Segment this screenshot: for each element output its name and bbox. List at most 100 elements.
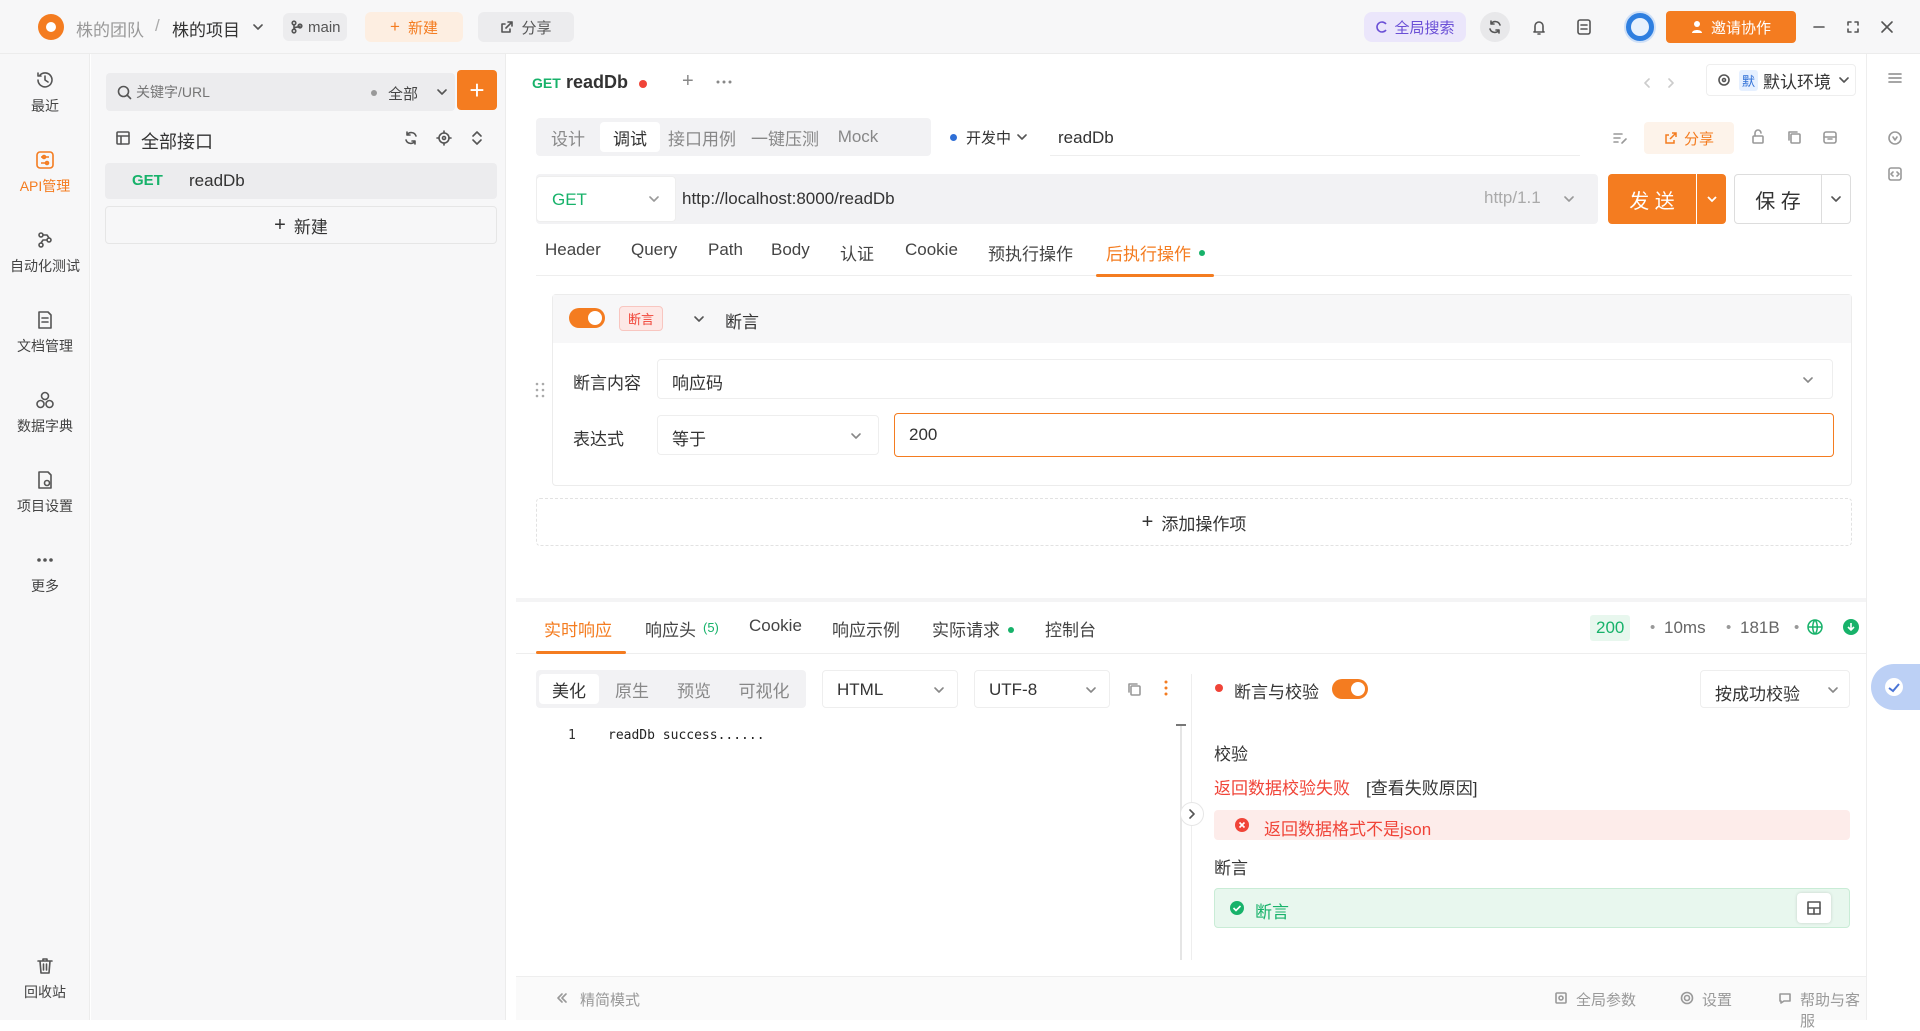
info-icon[interactable] bbox=[1887, 130, 1903, 146]
mode-cases[interactable]: 接口用例 bbox=[662, 118, 742, 156]
tab-live-response[interactable]: 实时响应 bbox=[544, 616, 612, 641]
bell-icon[interactable] bbox=[1530, 18, 1548, 36]
assert-value-input[interactable] bbox=[894, 413, 1834, 457]
minimize-icon[interactable] bbox=[1812, 20, 1826, 34]
globe-icon[interactable] bbox=[1806, 618, 1824, 636]
avatar[interactable] bbox=[1624, 11, 1656, 43]
global-search-button[interactable]: 全局搜索 bbox=[1364, 12, 1466, 42]
settings-button[interactable]: 设置 bbox=[1702, 989, 1732, 1010]
filter-selector[interactable]: 全部 bbox=[388, 83, 418, 104]
share-button[interactable]: 分享 bbox=[478, 12, 574, 42]
code-icon[interactable] bbox=[1887, 166, 1903, 182]
assistant-button[interactable] bbox=[1871, 664, 1920, 710]
layout-toggle-button[interactable] bbox=[1797, 893, 1831, 923]
refresh-icon[interactable] bbox=[403, 130, 419, 146]
method-selector[interactable]: GET bbox=[536, 176, 676, 222]
nav-item-recent[interactable]: 最近 bbox=[0, 58, 90, 128]
tab-header[interactable]: Header bbox=[545, 240, 601, 260]
tree-new-button[interactable]: + 新建 bbox=[105, 206, 497, 244]
global-params-button[interactable]: 全局参数 bbox=[1576, 989, 1636, 1010]
assertion-toggle[interactable] bbox=[569, 308, 605, 328]
tab-console[interactable]: 控制台 bbox=[1045, 616, 1096, 641]
download-icon[interactable] bbox=[1842, 618, 1860, 636]
tab-response-example[interactable]: 响应示例 bbox=[832, 616, 900, 641]
collapse-icon[interactable] bbox=[469, 130, 485, 146]
archive-icon[interactable] bbox=[1822, 129, 1838, 145]
tab-prev-icon[interactable] bbox=[1642, 78, 1652, 88]
send-button[interactable]: 发 送 bbox=[1608, 174, 1696, 224]
new-button[interactable]: + 新建 bbox=[365, 12, 463, 42]
locate-icon[interactable] bbox=[436, 130, 452, 146]
nav-item-docs[interactable]: 文档管理 bbox=[0, 298, 90, 368]
simple-mode-toggle[interactable]: 精简模式 bbox=[580, 989, 640, 1010]
nav-item-automation[interactable]: 自动化测试 bbox=[0, 218, 90, 288]
copy-icon[interactable] bbox=[1126, 681, 1142, 697]
assert-content-select[interactable]: 响应码 bbox=[657, 359, 1833, 399]
view-visualize[interactable]: 可视化 bbox=[726, 670, 802, 708]
collapse-left-icon[interactable] bbox=[556, 992, 568, 1004]
save-dropdown-button[interactable] bbox=[1821, 174, 1851, 224]
search-input[interactable] bbox=[136, 81, 326, 103]
nav-item-more[interactable]: 更多 bbox=[0, 538, 90, 608]
project-name[interactable]: 株的项目 bbox=[172, 16, 240, 41]
view-fail-reason-link[interactable]: [查看失败原因] bbox=[1366, 774, 1477, 799]
nav-item-dictionary[interactable]: 数据字典 bbox=[0, 378, 90, 448]
view-raw[interactable]: 原生 bbox=[602, 670, 662, 708]
tab-response-cookie[interactable]: Cookie bbox=[749, 616, 802, 636]
split-divider[interactable] bbox=[516, 598, 1866, 602]
maximize-icon[interactable] bbox=[1846, 20, 1860, 34]
chevron-down-icon[interactable] bbox=[436, 87, 448, 97]
sync-button[interactable] bbox=[1480, 12, 1510, 42]
tab-cookie[interactable]: Cookie bbox=[905, 240, 958, 260]
notes-icon[interactable] bbox=[1575, 18, 1593, 36]
expand-panel-button[interactable] bbox=[1180, 802, 1204, 826]
tab-auth[interactable]: 认证 bbox=[840, 240, 874, 265]
invite-button[interactable]: 邀请协作 bbox=[1666, 11, 1796, 43]
mode-debug[interactable]: 调试 bbox=[600, 122, 660, 152]
nav-item-api[interactable]: API管理 bbox=[0, 138, 90, 208]
tab-next-icon[interactable] bbox=[1666, 78, 1676, 88]
add-operation-button[interactable]: + 添加操作项 bbox=[536, 498, 1852, 546]
check-mode-select[interactable]: 按成功校验 bbox=[1700, 670, 1850, 708]
help-button[interactable]: 帮助与客服 bbox=[1800, 989, 1866, 1031]
menu-icon[interactable] bbox=[1887, 70, 1903, 86]
tree-item-readdb[interactable]: GET readDb bbox=[105, 163, 497, 199]
tab-response-headers[interactable]: 响应头 bbox=[645, 616, 696, 641]
tab-query[interactable]: Query bbox=[631, 240, 677, 260]
more-icon[interactable] bbox=[716, 80, 732, 84]
tab-actual-request[interactable]: 实际请求 bbox=[932, 616, 1000, 641]
tab-post-script[interactable]: 后执行操作 bbox=[1106, 240, 1191, 265]
api-share-button[interactable]: 分享 bbox=[1644, 122, 1734, 154]
tab-path[interactable]: Path bbox=[708, 240, 743, 260]
check-toggle[interactable] bbox=[1332, 679, 1368, 699]
mode-stress[interactable]: 一键压测 bbox=[744, 118, 826, 156]
encoding-select[interactable]: UTF-8 bbox=[974, 670, 1110, 708]
format-select[interactable]: HTML bbox=[822, 670, 958, 708]
add-api-button[interactable]: + bbox=[457, 70, 497, 110]
branch-selector[interactable]: main bbox=[283, 13, 347, 41]
chevron-down-icon[interactable] bbox=[693, 314, 705, 324]
edit-doc-icon[interactable] bbox=[1612, 130, 1628, 146]
mode-mock[interactable]: Mock bbox=[828, 118, 888, 156]
save-button[interactable]: 保 存 bbox=[1734, 174, 1822, 224]
lock-icon[interactable] bbox=[1750, 129, 1766, 145]
operator-select[interactable]: 等于 bbox=[657, 415, 879, 455]
send-dropdown-button[interactable] bbox=[1697, 174, 1726, 224]
code-scrollbar[interactable] bbox=[1176, 724, 1186, 960]
tab-readdb[interactable]: GET readDb bbox=[516, 58, 668, 106]
environment-selector[interactable]: 默 默认环境 bbox=[1706, 64, 1856, 96]
mode-design[interactable]: 设计 bbox=[536, 118, 600, 156]
chevron-down-icon[interactable] bbox=[1564, 195, 1574, 203]
more-vertical-icon[interactable] bbox=[1164, 680, 1168, 696]
url-input[interactable] bbox=[682, 185, 1282, 213]
team-name[interactable]: 株的团队 bbox=[76, 16, 144, 41]
tree-root-label[interactable]: 全部接口 bbox=[141, 128, 213, 154]
api-name-field[interactable]: readDb bbox=[1050, 120, 1580, 156]
protocol-selector[interactable]: http/1.1 bbox=[1484, 188, 1541, 208]
assertion-title[interactable]: 断言 bbox=[725, 308, 759, 333]
nav-item-project-settings[interactable]: 项目设置 bbox=[0, 458, 90, 528]
view-pretty[interactable]: 美化 bbox=[539, 674, 599, 704]
tab-body[interactable]: Body bbox=[771, 240, 810, 260]
view-preview[interactable]: 预览 bbox=[664, 670, 724, 708]
new-tab-button[interactable]: + bbox=[682, 70, 694, 93]
